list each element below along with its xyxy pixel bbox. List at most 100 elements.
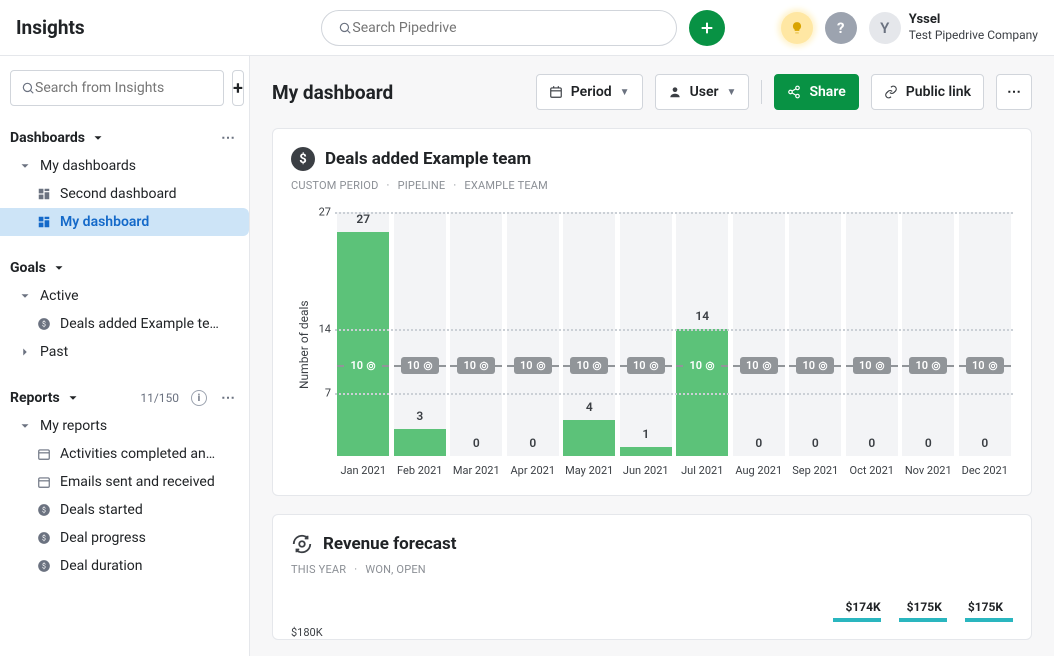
bar-column[interactable]: 010 (505, 212, 562, 456)
bar-column[interactable]: 010 (448, 212, 505, 456)
bar-value-label: 0 (812, 436, 819, 450)
more-icon[interactable]: ⋯ (221, 390, 235, 406)
sidebar-item-report[interactable]: $Deals started (0, 496, 249, 524)
target-marker: 10 (507, 356, 559, 376)
sidebar-search-row: + (0, 70, 249, 120)
tips-button[interactable] (781, 12, 813, 44)
target-marker: 10 (450, 356, 502, 376)
info-icon[interactable]: i (191, 390, 207, 406)
target-marker: 10 (563, 356, 615, 376)
chevron-down-icon (18, 159, 32, 173)
bar-column[interactable]: 110 (618, 212, 675, 456)
nav-item-label: My dashboard (60, 214, 149, 230)
gridline (335, 329, 1013, 331)
global-search-input[interactable] (352, 20, 660, 36)
nav-item-label: Deal progress (60, 530, 146, 546)
bar-column[interactable]: 1410 (674, 212, 731, 456)
user-menu[interactable]: Y Yssel Test Pipedrive Company (869, 12, 1038, 44)
section-dashboards[interactable]: Dashboards ⋯ (0, 120, 249, 152)
sidebar-item-report[interactable]: Activities completed an… (0, 440, 249, 468)
filter-chip: EXAMPLE TEAM (453, 179, 548, 192)
currency-icon: $ (291, 147, 315, 171)
bar-column[interactable]: 010 (900, 212, 957, 456)
bar-column[interactable]: 0 10 (957, 212, 1014, 456)
nav-group-label: Past (40, 344, 68, 360)
chevron-down-icon (91, 131, 105, 145)
bar-column[interactable]: 010 (731, 212, 788, 456)
sidebar: + Dashboards ⋯ My dashboards Second dash… (0, 56, 250, 656)
bar-column[interactable]: 010 (844, 212, 901, 456)
reports-count: 11/150 (140, 391, 179, 405)
nav-item-label: Deals added Example te… (60, 316, 219, 332)
sidebar-item-report[interactable]: $Deal duration (0, 552, 249, 580)
public-link-button[interactable]: Public link (871, 74, 984, 110)
section-label: Dashboards (10, 130, 85, 146)
x-tick: Oct 2021 (844, 456, 901, 477)
help-button[interactable]: ? (825, 12, 857, 44)
user-button[interactable]: User ▼ (655, 74, 750, 110)
target-marker: 10 (959, 356, 1011, 376)
sidebar-item-goal-deals-added[interactable]: $ Deals added Example te… (0, 310, 249, 338)
nav-group-my-reports[interactable]: My reports (0, 412, 249, 440)
nav-group-active[interactable]: Active (0, 282, 249, 310)
link-icon (884, 85, 898, 99)
nav-group-past[interactable]: Past (0, 338, 249, 366)
plus-icon (699, 20, 715, 36)
gridline (335, 212, 1013, 214)
nav-group-my-dashboards[interactable]: My dashboards (0, 152, 249, 180)
user-icon (668, 85, 682, 99)
sidebar-add-button[interactable]: + (232, 70, 244, 106)
sidebar-search-input[interactable] (35, 80, 213, 96)
sidebar-item-my-dashboard[interactable]: My dashboard (0, 208, 249, 236)
bar (337, 232, 389, 456)
topbar-center (266, 10, 781, 46)
bar-value-label: 0 (981, 436, 988, 450)
topbar-right: ? Y Yssel Test Pipedrive Company (781, 12, 1038, 44)
user-name: Yssel (909, 13, 1038, 27)
x-tick: Nov 2021 (900, 456, 957, 477)
topbar: Insights ? Y Yssel Test Pipedrive Compan… (0, 0, 1054, 56)
add-button[interactable] (689, 10, 725, 46)
sidebar-item-report[interactable]: $ Deal progress (0, 524, 249, 552)
x-tick: Jan 2021 (335, 456, 392, 477)
more-actions-button[interactable]: ⋯ (996, 74, 1032, 110)
chevron-down-icon (52, 261, 66, 275)
chevron-down-icon (18, 419, 32, 433)
card-title: Revenue forecast (323, 534, 456, 554)
more-icon[interactable]: ⋯ (221, 130, 235, 146)
global-search[interactable] (321, 10, 677, 46)
filter-chip: CUSTOM PERIOD (291, 179, 379, 192)
button-label: User (690, 84, 719, 100)
sidebar-search[interactable] (10, 70, 224, 106)
section-reports[interactable]: Reports 11/150 i ⋯ (0, 380, 249, 412)
target-marker: 10 (337, 356, 389, 376)
sidebar-item-second-dashboard[interactable]: Second dashboard (0, 180, 249, 208)
nav-item-label: Emails sent and received (60, 474, 215, 490)
filter-chip: THIS YEAR (291, 563, 346, 576)
card-deals-added: $ Deals added Example team CUSTOM PERIOD… (272, 128, 1032, 496)
bar-column[interactable]: 010 (787, 212, 844, 456)
period-button[interactable]: Period ▼ (536, 74, 643, 110)
nav-group-label: My dashboards (40, 158, 136, 174)
bulb-icon (790, 21, 804, 35)
y-tick: 7 (325, 386, 331, 399)
bar-value-label: 0 (755, 436, 762, 450)
share-button[interactable]: Share (774, 74, 858, 110)
bar-value-label: 27 (356, 212, 370, 226)
section-goals[interactable]: Goals (0, 250, 249, 282)
bar-column[interactable]: 410 (561, 212, 618, 456)
sidebar-item-report[interactable]: Emails sent and received (0, 468, 249, 496)
bar (620, 447, 672, 456)
caret-down-icon: ▼ (620, 87, 630, 98)
card-revenue-forecast: Revenue forecast THIS YEAR WON, OPEN $17… (272, 514, 1032, 640)
forecast-icon (291, 533, 313, 555)
svg-text:$: $ (42, 534, 46, 542)
bar-column[interactable]: 310 (392, 212, 449, 456)
svg-text:$: $ (42, 562, 46, 570)
bar-column[interactable]: 27 10 (335, 212, 392, 456)
filter-chip: PIPELINE (387, 179, 446, 192)
forecast-preview: $174K $175K $175K $180K (291, 600, 1013, 639)
dashboard-icon (36, 214, 52, 230)
button-label: Public link (906, 84, 971, 100)
share-icon (787, 85, 801, 99)
